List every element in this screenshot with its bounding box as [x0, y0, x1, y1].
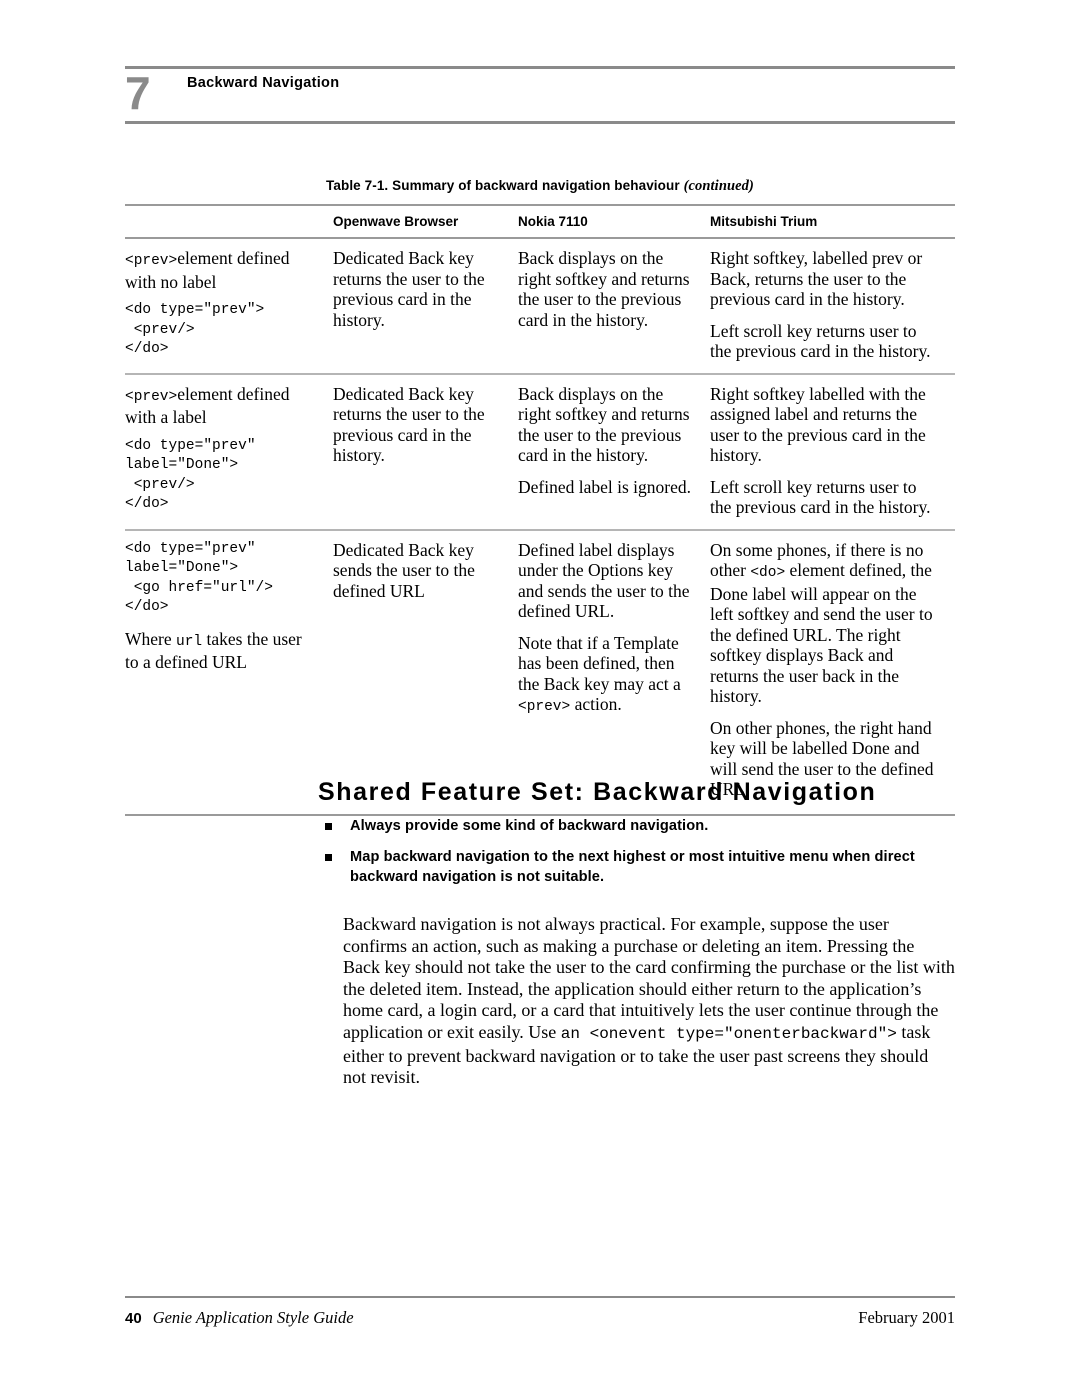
list-item: Map backward navigation to the next high…: [322, 847, 958, 887]
openwave-text-1: Dedicated Back key returns the user to t…: [333, 248, 485, 330]
navigation-table-block: Table 7-1. Summary of backward navigatio…: [125, 178, 955, 816]
document-page: 7 Backward Navigation Table 7-1. Summary…: [0, 0, 1080, 1397]
feature-note-code-3: url: [176, 633, 203, 650]
trium-text-1a: Right softkey, labelled prev or Back, re…: [710, 248, 923, 309]
openwave-text-3: Dedicated Back key sends the user to the…: [333, 539, 475, 601]
column-header-nokia: Nokia 7110: [518, 204, 710, 239]
cell-nokia-2: Back displays on the right softkey and r…: [518, 373, 710, 531]
feature-code-block-3: <do type="prev" label="Done"> <go href="…: [125, 540, 273, 616]
feature-code-block-1: <do type="prev"> <prev/> </do>: [125, 302, 265, 357]
trium-text-3a-code: <do>: [750, 565, 786, 581]
cell-nokia-1: Back displays on the right softkey and r…: [518, 238, 710, 375]
nokia-text-3b: Note that if a Template has been defined…: [518, 633, 694, 718]
nokia-text-3b-pre: Note that if a Template has been defined…: [518, 632, 681, 694]
feature-inline-code-1: <prev>: [125, 253, 178, 269]
trium-text-2b: Left scroll key returns user to the prev…: [710, 476, 931, 518]
table-row: <do type="prev" label="Done"> <go href="…: [125, 529, 955, 816]
nokia-text-3a: Defined label displays under the Options…: [518, 539, 690, 622]
cell-openwave-2: Dedicated Back key returns the user to t…: [333, 373, 518, 531]
cell-feature-2: <prev>element defined with a label <do t…: [125, 373, 333, 531]
document-title: Genie Application Style Guide: [152, 1308, 354, 1327]
table-body: <prev>element defined with no label <do …: [125, 238, 955, 816]
section-heading: Shared Feature Set: Backward Navigation: [318, 778, 877, 806]
feature-inline-code-2: <prev>: [125, 388, 178, 405]
table-row: <prev>element defined with a label <do t…: [125, 373, 955, 531]
table-header-row: Openwave Browser Nokia 7110 Mitsubishi T…: [125, 204, 955, 239]
nokia-text-1: Back displays on the right softkey and r…: [518, 248, 690, 330]
column-header-feature: [125, 204, 333, 239]
square-bullet-icon: [325, 854, 332, 861]
navigation-behaviour-table: Openwave Browser Nokia 7110 Mitsubishi T…: [125, 204, 955, 816]
list-item: Always provide some kind of backward nav…: [322, 816, 958, 836]
feature-note-pre-3: Where: [125, 628, 177, 649]
cell-feature-1: <prev>element defined with no label <do …: [125, 238, 333, 375]
trium-text-3a-post: element defined, the Done label will app…: [710, 560, 933, 706]
trium-text-2a: Right softkey labelled with the assigned…: [710, 383, 926, 466]
cell-openwave-1: Dedicated Back key returns the user to t…: [333, 238, 518, 375]
cell-trium-1: Right softkey, labelled prev or Back, re…: [710, 238, 955, 375]
nokia-text-3b-post: action.: [570, 694, 622, 714]
header-rule-bottom: [125, 121, 955, 124]
nokia-text-3b-code: <prev>: [518, 699, 571, 715]
list-item-label: Always provide some kind of backward nav…: [350, 818, 709, 834]
cell-openwave-3: Dedicated Back key sends the user to the…: [333, 529, 518, 816]
header-title: Backward Navigation: [187, 75, 340, 91]
table-caption-main: Table 7-1. Summary of backward navigatio…: [326, 178, 680, 193]
cell-nokia-3: Defined label displays under the Options…: [518, 529, 710, 816]
paragraph-inline-code: an <onevent type="onenterbackward">: [560, 1024, 897, 1043]
feature-note-3: Where url takes the user to a defined UR…: [125, 629, 317, 673]
table-head: Openwave Browser Nokia 7110 Mitsubishi T…: [125, 204, 955, 239]
chapter-number: 7: [125, 67, 151, 119]
footer-left-group: 40 Genie Application Style Guide: [125, 1308, 354, 1328]
cell-trium-3: On some phones, if there is no other <do…: [710, 529, 955, 816]
nokia-text-2b: Defined label is ignored.: [518, 476, 692, 497]
openwave-text-2: Dedicated Back key returns the user to t…: [333, 383, 485, 466]
trium-text-1b: Left scroll key returns user to the prev…: [710, 320, 931, 362]
table-caption: Table 7-1. Summary of backward navigatio…: [125, 178, 955, 204]
list-item-label: Map backward navigation to the next high…: [350, 849, 915, 885]
square-bullet-icon: [325, 823, 332, 830]
header-rule-top: [125, 66, 955, 69]
trium-text-3a: On some phones, if there is no other <do…: [710, 540, 939, 707]
footer-rule: [125, 1296, 955, 1298]
column-header-openwave: Openwave Browser: [333, 204, 518, 239]
cell-feature-3: <do type="prev" label="Done"> <go href="…: [125, 529, 333, 816]
paragraph-part-1: Backward navigation is not always practi…: [343, 914, 955, 1042]
guideline-bullet-list: Always provide some kind of backward nav…: [322, 816, 958, 898]
cell-trium-2: Right softkey labelled with the assigned…: [710, 373, 955, 531]
table-row: <prev>element defined with no label <do …: [125, 238, 955, 375]
feature-code-block-2: <do type="prev" label="Done"> <prev/> </…: [125, 437, 256, 513]
section-body-paragraph: Backward navigation is not always practi…: [343, 914, 955, 1089]
feature-description-2: <prev>element defined with a label: [125, 384, 317, 428]
page-number: 40: [125, 1310, 142, 1327]
footer-date: February 2001: [858, 1308, 955, 1327]
column-header-trium: Mitsubishi Trium: [710, 204, 955, 239]
feature-description-1: <prev>element defined with no label: [125, 248, 317, 292]
page-header: 7 Backward Navigation: [125, 66, 955, 128]
table-caption-continued: (continued): [683, 178, 754, 194]
nokia-text-2a: Back displays on the right softkey and r…: [518, 383, 690, 466]
